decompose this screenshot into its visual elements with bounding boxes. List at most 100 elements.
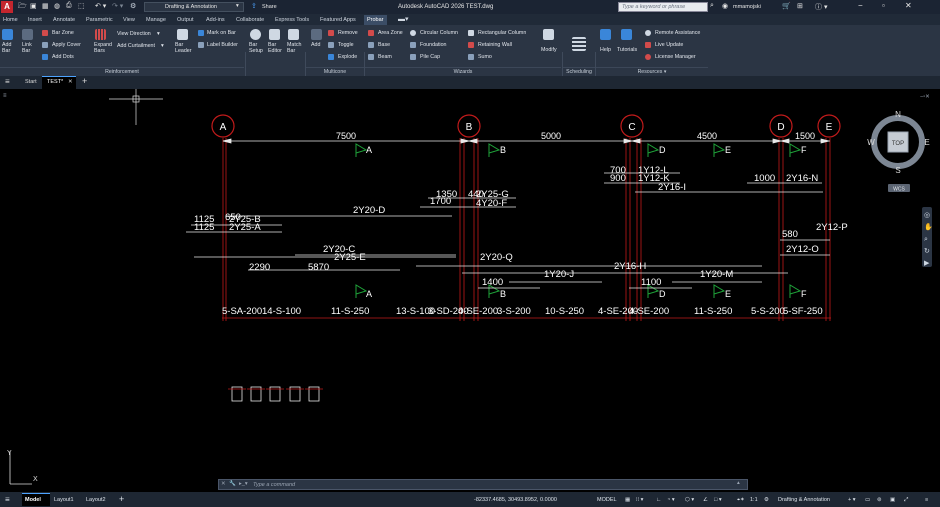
user-name[interactable]: mmamojski (733, 4, 761, 10)
add-dots-button[interactable]: Add Dots (52, 54, 74, 60)
help-button[interactable]: Help (600, 47, 611, 53)
layout-menu-icon[interactable]: ≡ (5, 495, 10, 504)
close-icon[interactable]: ✕ (905, 1, 912, 10)
bar-label[interactable]: 2Y16-N (786, 173, 818, 184)
start-tab[interactable]: Start (25, 79, 37, 85)
link-bar-button[interactable]: Link Bar (22, 42, 32, 54)
compass-north[interactable]: N (895, 110, 901, 119)
tab-parametric[interactable]: Parametric (86, 17, 113, 23)
section-detail-blocks[interactable] (228, 386, 323, 402)
explode-button[interactable]: Explode (338, 54, 357, 60)
zone-label[interactable]: 5-SA-200 (222, 306, 262, 317)
tab-insert[interactable]: Insert (28, 17, 42, 23)
tab-output[interactable]: Output (177, 17, 194, 23)
ortho-icon[interactable]: ∟ (656, 497, 661, 503)
foundation-button[interactable]: Foundation (420, 42, 447, 48)
tab-manage[interactable]: Manage (146, 17, 166, 23)
workspace-dropdown[interactable]: Drafting & Annotation ▾ (144, 2, 244, 12)
autodesk-app-icon[interactable]: ⊞ (797, 2, 803, 10)
workspace-switch-icon[interactable]: ⚙ (764, 497, 769, 503)
annotation-scale-icon[interactable]: ✶ (740, 497, 745, 503)
zone-label[interactable]: 4-SE-200 (458, 306, 498, 317)
search-input[interactable]: Type a keyword or phrase (618, 2, 708, 12)
expand-bars-button[interactable]: Expand Bars (94, 42, 112, 54)
command-history-icon[interactable]: ▸_▾ (239, 481, 248, 487)
pan-icon[interactable]: ✋ (924, 222, 933, 231)
viewport-min-max-icons[interactable]: −▫✕ (920, 94, 930, 100)
showmotion-icon[interactable]: ▶ (924, 260, 930, 267)
zone-label[interactable]: 14-S-100 (262, 306, 301, 317)
panel-scheduling[interactable]: Scheduling (563, 67, 595, 76)
bar-label[interactable]: 2Y25-A (229, 222, 261, 233)
command-settings-icon[interactable]: 🔧 (229, 481, 236, 487)
orbit-icon[interactable]: ↻ (924, 248, 930, 255)
panel-wizards[interactable]: Wizards (365, 67, 561, 76)
bar-label[interactable]: 2Y16-H (614, 261, 646, 272)
model-tab[interactable]: Model (22, 493, 50, 506)
tab-express-tools[interactable]: Express Tools (275, 17, 309, 23)
tab-annotate[interactable]: Annotate (53, 17, 75, 23)
add-bar-button[interactable]: Add Bar (2, 42, 11, 54)
clean-screen-icon[interactable]: ⤢ (904, 497, 908, 504)
snap-mode-icon[interactable]: ⁞⁞ ▾ (636, 497, 643, 503)
label-builder-button[interactable]: Label Builder (207, 42, 238, 48)
new-layout-icon[interactable]: + (119, 494, 124, 504)
base-button[interactable]: Base (378, 42, 390, 48)
bar-label[interactable]: 1Y20-J (544, 269, 574, 280)
workspace-status[interactable]: Drafting & Annotation (778, 497, 830, 503)
view-direction-button[interactable]: View Direction (117, 31, 151, 37)
bar-label[interactable]: 2Y25-E (334, 252, 366, 263)
panel-resources[interactable]: Resources ▾ (596, 67, 708, 76)
bar-label[interactable]: 2Y20-D (353, 205, 385, 216)
tutorials-button[interactable]: Tutorials (617, 47, 637, 53)
tab-home[interactable]: Home (3, 17, 18, 23)
isolate-objects-icon[interactable]: ⊚ (877, 497, 882, 503)
grid-display-icon[interactable]: ▦ (625, 497, 630, 503)
user-icon[interactable]: ◉ (722, 2, 728, 10)
units-icon[interactable]: ▭ (865, 497, 870, 503)
current-drawing-tab[interactable]: TEST* ✕ (42, 76, 76, 89)
print-icon[interactable]: ⎙ (66, 2, 72, 10)
modify-button[interactable]: Modify (541, 47, 557, 53)
panel-multicone[interactable]: Multicone (306, 67, 364, 76)
viewport-controls-icon[interactable]: ≡ (3, 93, 7, 99)
bar-label[interactable]: 2Y12-P (816, 222, 848, 233)
add-multicone-button[interactable]: Add (311, 42, 320, 48)
hamburger-menu-icon[interactable]: ≡ (5, 77, 10, 86)
add-curtailment-button[interactable]: Add Curtailment (117, 43, 155, 49)
rectangular-column-button[interactable]: Rectangular Column (478, 30, 526, 36)
layout2-tab[interactable]: Layout2 (86, 497, 106, 503)
customization-icon[interactable]: ≡ (925, 497, 928, 503)
cart-icon[interactable]: 🛒 (782, 2, 791, 10)
zone-label[interactable]: 3-S-200 (497, 306, 531, 317)
tab-probar[interactable]: Probar (364, 15, 387, 25)
compass-south[interactable]: S (895, 166, 900, 175)
share-button[interactable]: Share (262, 4, 277, 10)
panel-reinforcement[interactable]: Reinforcement (0, 67, 244, 76)
share-icon[interactable]: ⇪ (251, 2, 257, 10)
ribbon-toggle-icon[interactable]: ▬▾ (398, 15, 409, 23)
object-snap-tracking-icon[interactable]: ∠ (703, 497, 708, 503)
zone-label[interactable]: 5-S-200 (751, 306, 785, 317)
bar-zone-button[interactable]: Bar Zone (52, 30, 74, 36)
area-zone-button[interactable]: Area Zone (378, 30, 403, 36)
circular-column-button[interactable]: Circular Column (420, 30, 458, 36)
redo-icon[interactable]: ↷ ▾ (112, 2, 123, 10)
beam-button[interactable]: Beam (378, 54, 392, 60)
navigation-bar[interactable]: ◎ ✋ ⌕ ↻ ▶ (922, 207, 933, 267)
bar-label[interactable]: 2Y20-Q (480, 252, 513, 263)
zone-label[interactable]: 4-SE-200 (629, 306, 669, 317)
hardware-acceleration-icon[interactable]: ▣ (890, 497, 895, 503)
command-close-icon[interactable]: ✕ (221, 481, 226, 487)
bar-label[interactable]: 2Y12-O (786, 244, 819, 255)
new-tab-icon[interactable]: + (82, 76, 87, 86)
remote-assistance-button[interactable]: Remote Assistance (655, 30, 700, 36)
sumo-button[interactable]: Sumo (478, 54, 492, 60)
save-icon[interactable]: ▣ (30, 2, 37, 10)
toggle-button[interactable]: Toggle (338, 42, 354, 48)
help-icon[interactable]: ⓘ ▾ (815, 2, 827, 12)
plot-icon[interactable]: ⬚ (78, 2, 85, 10)
polar-tracking-icon[interactable]: ◔ ▾ (667, 497, 675, 503)
open-icon[interactable]: 🗁 (18, 2, 27, 13)
apply-cover-button[interactable]: Apply Cover (52, 42, 81, 48)
